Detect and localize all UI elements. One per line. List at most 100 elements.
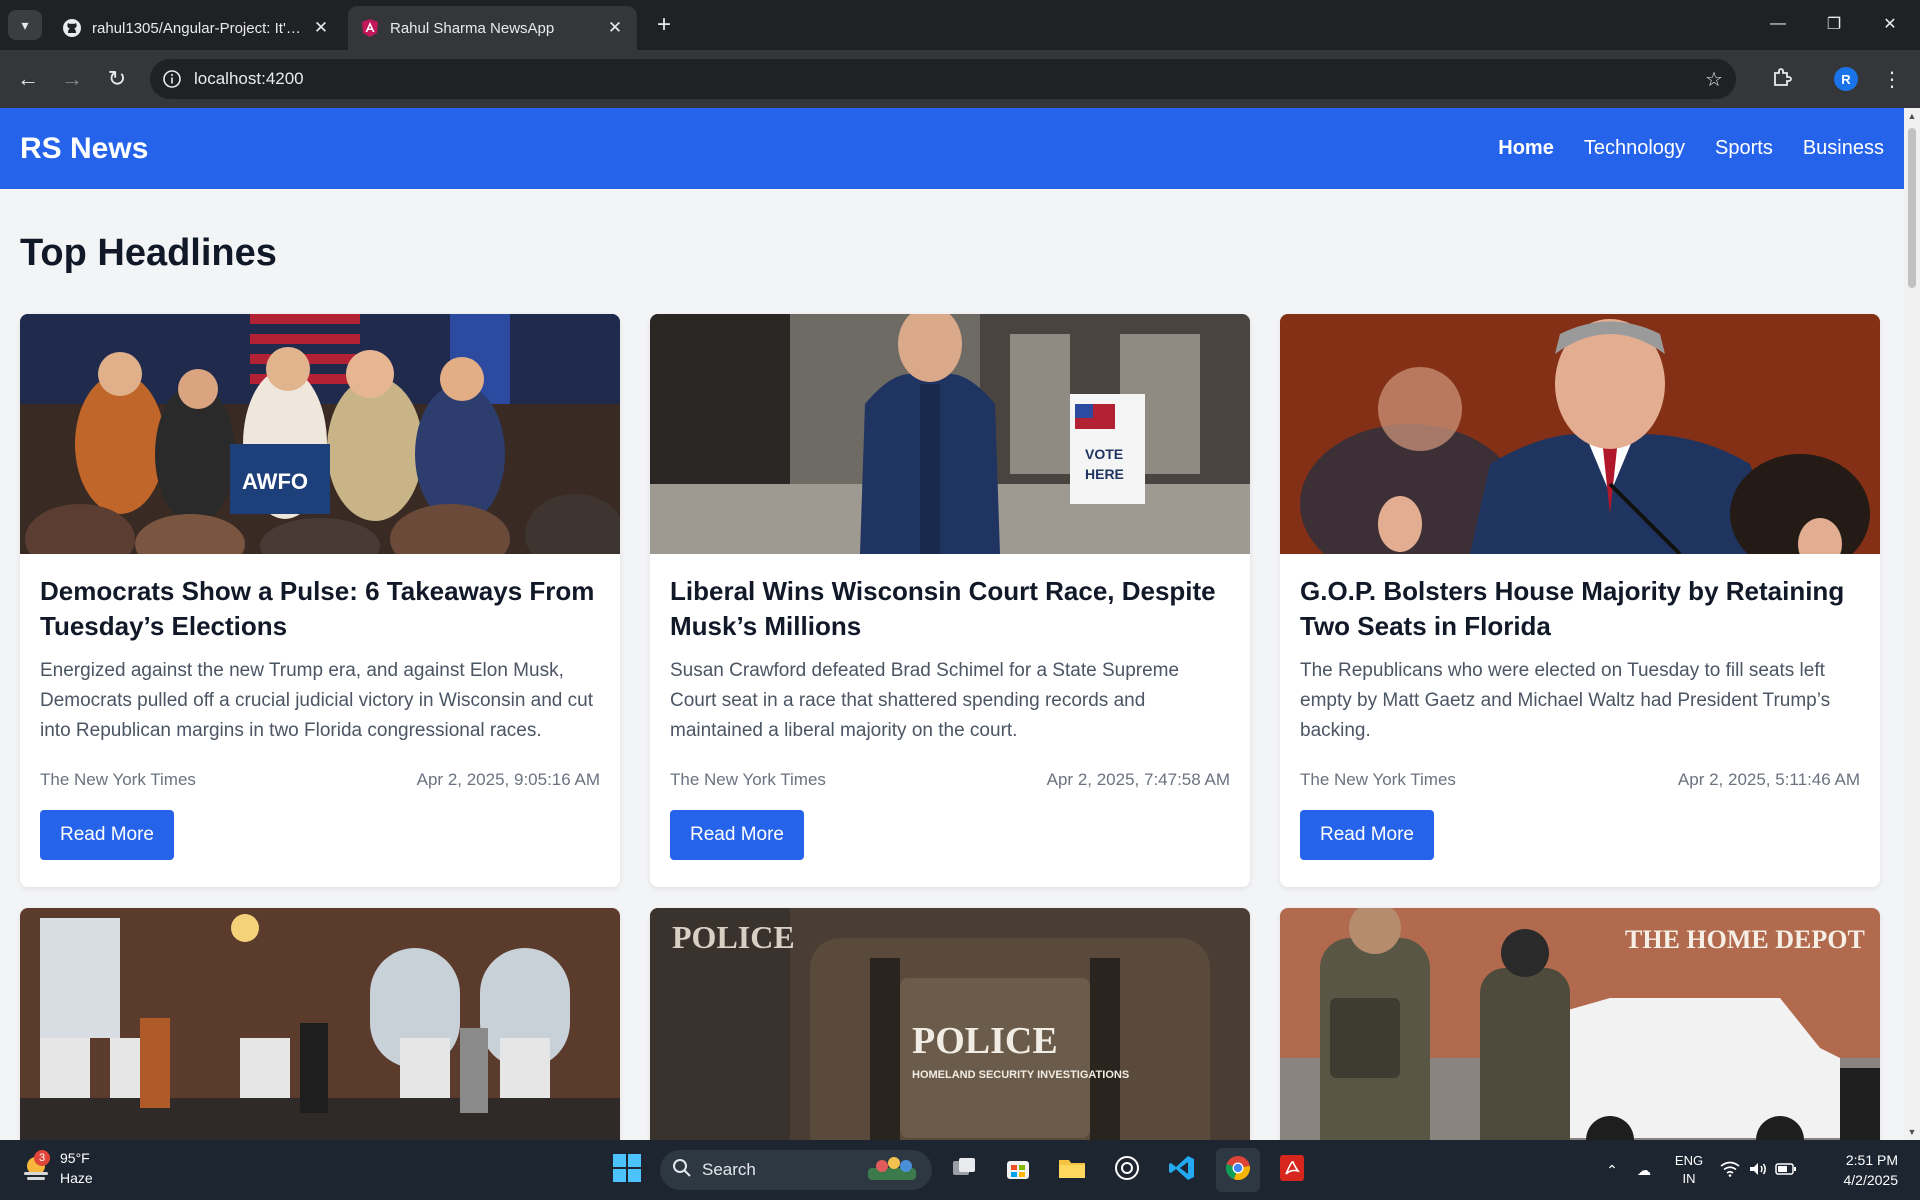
agents-home-depot-photo[interactable]: THE HOME DEPOT bbox=[1280, 908, 1880, 1140]
back-button[interactable]: ← bbox=[12, 63, 44, 95]
election-rally-photo[interactable]: AWFO bbox=[20, 314, 620, 554]
chatgpt-icon bbox=[1113, 1154, 1141, 1187]
store-icon bbox=[1005, 1155, 1031, 1186]
nav-links: Home Technology Sports Business bbox=[1498, 137, 1884, 160]
read-more-button[interactable]: Read More bbox=[40, 810, 174, 860]
system-tray: ⌃ ☁ ENG IN bbox=[1598, 1140, 1800, 1200]
image-text-store: THE HOME DEPOT bbox=[1625, 925, 1865, 954]
voter-outside-poll-photo[interactable]: VOTE HERE bbox=[650, 314, 1250, 554]
extensions-button[interactable] bbox=[1766, 63, 1798, 95]
avatar: R bbox=[1834, 67, 1858, 91]
scroll-down-icon[interactable]: ▼ bbox=[1904, 1124, 1920, 1140]
article-meta: The New York Times Apr 2, 2025, 5:11:46 … bbox=[1300, 770, 1860, 790]
file-explorer-button[interactable] bbox=[1050, 1148, 1094, 1192]
weather-widget[interactable]: 3 95°F Haze bbox=[20, 1148, 93, 1188]
page-scrollbar[interactable]: ▲ ▼ bbox=[1904, 108, 1920, 1140]
nav-business[interactable]: Business bbox=[1803, 137, 1884, 160]
article-date: Apr 2, 2025, 5:11:46 AM bbox=[1677, 770, 1860, 789]
tab-title: rahul1305/Angular-Project: It's a bbox=[92, 19, 301, 37]
browser-tab-newsapp[interactable]: Rahul Sharma NewsApp ✕ bbox=[348, 6, 637, 50]
article-source: The New York Times bbox=[40, 770, 196, 789]
article-title[interactable]: G.O.P. Bolsters House Majority by Retain… bbox=[1300, 574, 1860, 644]
lang-top: ENG bbox=[1674, 1153, 1704, 1168]
nav-home[interactable]: Home bbox=[1498, 137, 1554, 160]
volume-icon[interactable] bbox=[1744, 1161, 1772, 1180]
nav-sports[interactable]: Sports bbox=[1715, 137, 1773, 160]
article-card: G.O.P. Bolsters House Majority by Retain… bbox=[1280, 314, 1880, 887]
kebab-menu-icon: ⋮ bbox=[1882, 68, 1902, 91]
wifi-icon[interactable] bbox=[1716, 1161, 1744, 1180]
scroll-up-icon[interactable]: ▲ bbox=[1904, 108, 1920, 124]
chatgpt-button[interactable] bbox=[1105, 1148, 1149, 1192]
clock-time: 2:51 PM bbox=[1845, 1152, 1898, 1168]
task-view-button[interactable] bbox=[942, 1148, 986, 1192]
task-view-icon bbox=[951, 1155, 977, 1186]
restore-button[interactable]: ❐ bbox=[1806, 0, 1862, 48]
article-description: Susan Crawford defeated Brad Schimel for… bbox=[670, 660, 1180, 741]
taskbar-search[interactable]: Search bbox=[660, 1150, 932, 1190]
scrollbar-thumb[interactable] bbox=[1908, 128, 1916, 288]
profile-button[interactable]: R bbox=[1830, 63, 1862, 95]
svg-text:AWFO: AWFO bbox=[242, 469, 308, 494]
search-icon bbox=[672, 1158, 692, 1183]
url-text: localhost:4200 bbox=[194, 69, 304, 88]
nav-technology[interactable]: Technology bbox=[1584, 137, 1685, 160]
arrow-left-icon: ← bbox=[17, 66, 39, 91]
onedrive-icon[interactable]: ☁ bbox=[1626, 1162, 1662, 1179]
site-info-icon[interactable] bbox=[150, 59, 194, 99]
image-text-small: POLICE bbox=[672, 919, 795, 955]
close-icon[interactable]: ✕ bbox=[605, 18, 625, 38]
battery-icon[interactable] bbox=[1772, 1162, 1800, 1179]
polling-station-photo[interactable] bbox=[20, 908, 620, 1140]
read-more-button[interactable]: Read More bbox=[670, 810, 804, 860]
close-window-button[interactable]: ✕ bbox=[1862, 0, 1918, 48]
tab-search-button[interactable]: ▾ bbox=[8, 10, 42, 40]
politician-speaking-photo[interactable] bbox=[1280, 314, 1880, 554]
tab-title: Rahul Sharma NewsApp bbox=[390, 19, 555, 37]
article-description: The Republicans who were elected on Tues… bbox=[1300, 660, 1831, 741]
store-button[interactable] bbox=[996, 1148, 1040, 1192]
folder-icon bbox=[1058, 1156, 1086, 1185]
article-meta: The New York Times Apr 2, 2025, 9:05:16 … bbox=[40, 770, 600, 790]
weather-temp: 95°F bbox=[60, 1150, 90, 1166]
chrome-button[interactable] bbox=[1216, 1148, 1260, 1192]
acrobat-button[interactable] bbox=[1270, 1148, 1314, 1192]
article-card: POLICE POLICE HOMELAND SECURITY INVESTIG… bbox=[650, 908, 1250, 1140]
minimize-icon: — bbox=[1770, 15, 1786, 32]
article-meta: The New York Times Apr 2, 2025, 7:47:58 … bbox=[670, 770, 1230, 790]
browser-tabstrip: ▾ rahul1305/Angular-Project: It's a ✕ Ra… bbox=[0, 0, 1920, 50]
weather-desc: Haze bbox=[60, 1170, 93, 1186]
article-card bbox=[20, 908, 620, 1140]
github-icon bbox=[62, 18, 82, 38]
article-title[interactable]: Democrats Show a Pulse: 6 Takeaways From… bbox=[40, 574, 600, 644]
article-date: Apr 2, 2025, 7:47:58 AM bbox=[1046, 770, 1230, 789]
os-taskbar: 3 95°F Haze Search ⌃ ☁ ENG IN 2:51 PM 4/… bbox=[0, 1140, 1920, 1200]
new-tab-button[interactable]: + bbox=[650, 11, 678, 39]
vscode-button[interactable] bbox=[1160, 1148, 1204, 1192]
taskbar-clock[interactable]: 2:51 PM 4/2/2025 bbox=[1844, 1150, 1899, 1190]
site-brand[interactable]: RS News bbox=[20, 132, 1498, 166]
close-icon: ✕ bbox=[1883, 16, 1897, 33]
angular-icon bbox=[360, 18, 380, 38]
chevron-down-icon: ▾ bbox=[21, 16, 29, 33]
clock-date: 4/2/2025 bbox=[1843, 1172, 1899, 1188]
chevron-up-icon[interactable]: ⌃ bbox=[1598, 1162, 1626, 1179]
search-placeholder: Search bbox=[702, 1160, 756, 1179]
article-card: THE HOME DEPOT bbox=[1280, 908, 1880, 1140]
article-title[interactable]: Liberal Wins Wisconsin Court Race, Despi… bbox=[670, 574, 1230, 644]
weather-haze-icon: 3 bbox=[20, 1150, 52, 1184]
bookmark-star-icon[interactable]: ☆ bbox=[1692, 59, 1736, 99]
language-indicator[interactable]: ENG IN bbox=[1662, 1152, 1716, 1188]
pdf-icon bbox=[1279, 1154, 1305, 1187]
browser-toolbar: ← → ↻ localhost:4200 ☆ R ⋮ bbox=[0, 50, 1920, 108]
address-bar[interactable]: localhost:4200 ☆ bbox=[150, 59, 1736, 99]
start-button[interactable] bbox=[605, 1148, 649, 1192]
police-vest-photo[interactable]: POLICE POLICE HOMELAND SECURITY INVESTIG… bbox=[650, 908, 1250, 1140]
browser-menu-button[interactable]: ⋮ bbox=[1876, 63, 1908, 95]
reload-button[interactable]: ↻ bbox=[101, 63, 133, 95]
browser-tab-github[interactable]: rahul1305/Angular-Project: It's a ✕ bbox=[50, 6, 343, 50]
minimize-button[interactable]: — bbox=[1750, 0, 1806, 48]
read-more-button[interactable]: Read More bbox=[1300, 810, 1434, 860]
close-icon[interactable]: ✕ bbox=[311, 18, 331, 38]
forward-button[interactable]: → bbox=[56, 63, 88, 95]
